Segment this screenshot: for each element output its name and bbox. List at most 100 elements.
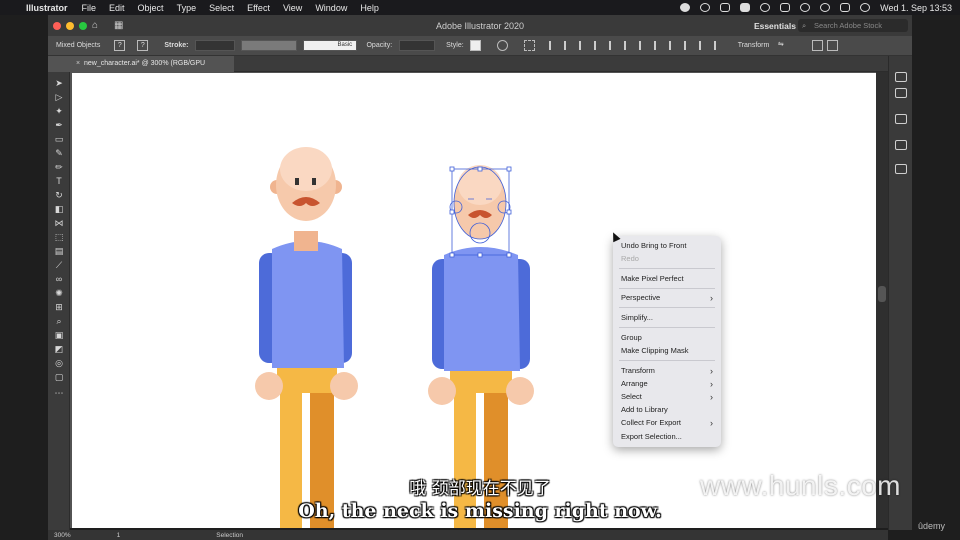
record-icon[interactable] — [680, 3, 691, 12]
eyedropper-tool-icon[interactable]: ⟋ — [53, 260, 65, 271]
vertical-scrollbar-thumb[interactable] — [878, 286, 886, 302]
screen-mode-icon[interactable]: ▢ — [53, 372, 65, 383]
menu-type[interactable]: Type — [177, 3, 197, 13]
stroke-swatch[interactable]: ? — [137, 40, 149, 51]
type-tool-icon[interactable]: T — [53, 176, 65, 187]
color-mode-icon[interactable]: ◩ — [53, 344, 65, 355]
libraries-panel-icon[interactable] — [895, 114, 907, 124]
blend-tool-icon[interactable]: ∞ — [53, 274, 65, 285]
fill-swatch[interactable]: ? — [114, 40, 126, 51]
rectangle-tool-icon[interactable]: ▭ — [53, 134, 65, 145]
align-right-icon[interactable] — [578, 41, 588, 50]
artboard-navigator[interactable]: 1 — [117, 532, 121, 539]
menu-effect[interactable]: Effect — [247, 3, 270, 13]
align-top-icon[interactable] — [593, 41, 603, 50]
distribute-center-icon[interactable] — [698, 41, 708, 50]
properties-panel-icon[interactable] — [895, 72, 907, 82]
artboard-tool-icon[interactable]: ⊞ — [53, 302, 65, 313]
symbol-sprayer-tool-icon[interactable]: ✺ — [53, 288, 65, 299]
handle-top-center[interactable] — [477, 166, 483, 172]
recolor-artwork-icon[interactable] — [496, 40, 508, 51]
handle-top-right[interactable] — [506, 166, 512, 172]
brush-definition[interactable]: Basic — [303, 40, 358, 51]
document-tab[interactable]: × new_character.ai* @ 300% (RGB/GPU Prev… — [48, 56, 234, 83]
isolate-group-icon[interactable] — [812, 40, 824, 51]
menu-file[interactable]: File — [82, 3, 97, 13]
handle-bottom-left[interactable] — [449, 252, 455, 258]
menu-window[interactable]: Window — [315, 3, 347, 13]
draw-mode-icon[interactable]: ◎ — [53, 358, 65, 369]
menu-item-undo-bring-to-front[interactable]: Undo Bring to Front — [621, 241, 686, 251]
workspace-switcher[interactable]: Essentials — [754, 21, 796, 31]
zoom-tool-icon[interactable]: ⌕ — [53, 316, 65, 327]
zoom-level[interactable]: 300% — [54, 532, 71, 539]
menu-item-group[interactable]: Group — [621, 333, 642, 343]
menu-item-perspective[interactable]: Perspective — [621, 293, 660, 303]
align-to-icon[interactable] — [523, 40, 535, 51]
control-center-icon[interactable] — [840, 3, 851, 12]
menu-item-transform[interactable]: Transform — [621, 366, 655, 376]
align-middle-icon[interactable] — [608, 41, 618, 50]
fill-stroke-icon[interactable]: ▣ — [53, 330, 65, 341]
gradient-tool-icon[interactable]: ▤ — [53, 246, 65, 257]
pencil-tool-icon[interactable]: ✏ — [53, 162, 65, 173]
distribute-right-icon[interactable] — [713, 41, 723, 50]
transform-panel-button[interactable]: Transform — [738, 42, 770, 49]
artboard[interactable] — [72, 73, 876, 528]
align-center-icon[interactable] — [563, 41, 573, 50]
opacity-input[interactable] — [399, 40, 436, 51]
menu-item-collect-for-export[interactable]: Collect For Export — [621, 418, 681, 428]
siri-icon[interactable] — [860, 3, 871, 12]
align-left-icon[interactable] — [548, 41, 558, 50]
menu-item-export-selection[interactable]: Export Selection... — [621, 432, 682, 442]
appearance-panel-icon[interactable] — [895, 164, 907, 174]
menu-item-arrange[interactable]: Arrange — [621, 379, 648, 389]
app-menu[interactable]: Illustrator — [26, 3, 68, 13]
paintbrush-tool-icon[interactable]: ✎ — [53, 148, 65, 159]
layers-panel-icon[interactable] — [895, 88, 907, 98]
flip-icon[interactable]: ⇋ — [775, 40, 786, 51]
pen-tool-icon[interactable]: ✒ — [53, 120, 65, 131]
battery-icon[interactable] — [780, 3, 791, 12]
edit-toolbar-icon[interactable]: ⋯ — [53, 388, 65, 399]
chat-icon[interactable] — [760, 3, 771, 12]
menu-help[interactable]: Help — [360, 3, 379, 13]
variable-width-profile[interactable] — [241, 40, 298, 51]
width-tool-icon[interactable]: ⋈ — [53, 218, 65, 229]
distribute-top-icon[interactable] — [638, 41, 648, 50]
graphic-style-swatch[interactable] — [469, 40, 481, 51]
selection-tool-icon[interactable]: ➤ — [53, 78, 65, 89]
distribute-middle-icon[interactable] — [653, 41, 663, 50]
adobe-stock-search-input[interactable]: Search Adobe Stock — [798, 19, 908, 32]
wifi-icon[interactable] — [800, 3, 811, 12]
distribute-left-icon[interactable] — [683, 41, 693, 50]
menu-item-add-to-library[interactable]: Add to Library — [621, 405, 668, 415]
menu-item-make-clipping-mask[interactable]: Make Clipping Mask — [621, 346, 689, 356]
rotate-tool-icon[interactable]: ↻ — [53, 190, 65, 201]
handle-middle-left[interactable] — [449, 209, 455, 215]
handle-top-left[interactable] — [449, 166, 455, 172]
handle-middle-right[interactable] — [506, 209, 512, 215]
menu-edit[interactable]: Edit — [109, 3, 125, 13]
align-bottom-icon[interactable] — [623, 41, 633, 50]
menu-item-make-pixel-perfect[interactable]: Make Pixel Perfect — [621, 274, 684, 284]
cloud-upload-icon[interactable] — [720, 3, 731, 12]
stroke-panel-icon[interactable] — [895, 140, 907, 150]
menu-object[interactable]: Object — [138, 3, 164, 13]
eraser-tool-icon[interactable]: ◧ — [53, 204, 65, 215]
free-transform-tool-icon[interactable]: ⬚ — [53, 232, 65, 243]
menu-view[interactable]: View — [283, 3, 302, 13]
panel-menu-icon[interactable] — [827, 40, 839, 51]
direct-selection-tool-icon[interactable]: ▷ — [53, 92, 65, 103]
text-icon[interactable] — [740, 3, 751, 12]
character-left[interactable] — [255, 147, 358, 528]
menu-item-select[interactable]: Select — [621, 392, 642, 402]
distribute-bottom-icon[interactable] — [668, 41, 678, 50]
creative-cloud-icon[interactable] — [700, 3, 711, 12]
menu-clock[interactable]: Wed 1. Sep 13:53 — [880, 3, 952, 13]
spotlight-search-icon[interactable] — [820, 3, 831, 12]
handle-bottom-center[interactable] — [477, 252, 483, 258]
stroke-weight-input[interactable] — [195, 40, 236, 51]
menu-item-simplify[interactable]: Simplify... — [621, 313, 653, 323]
handle-bottom-right[interactable] — [506, 252, 512, 258]
